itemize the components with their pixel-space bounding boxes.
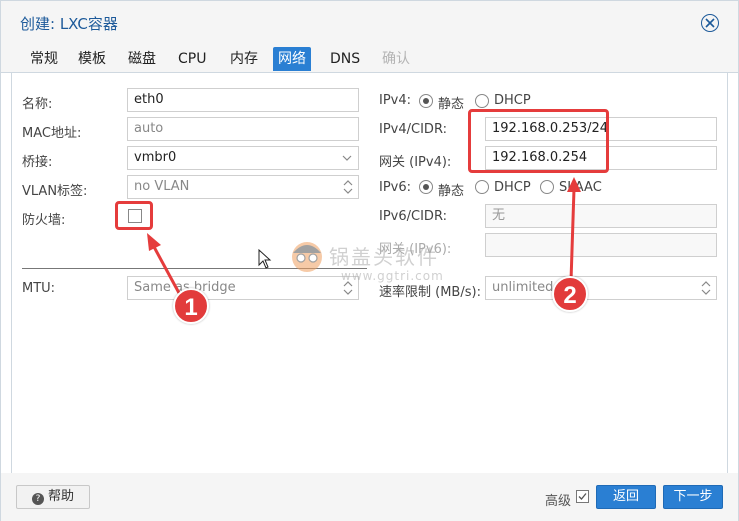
help-button[interactable]: ? 帮助 [16, 485, 90, 509]
arrow-1-icon [147, 233, 181, 294]
advanced-checkbox[interactable] [576, 490, 589, 503]
back-button[interactable]: 返回 [596, 485, 656, 509]
next-button[interactable]: 下一步 [663, 485, 723, 509]
footer: ? 帮助 高级 返回 下一步 [1, 473, 738, 521]
create-lxc-dialog: 创建: LXC容器 常规 模板 磁盘 CPU 内存 网络 DNS 确认 名称: … [0, 0, 739, 521]
annotation-badge-2: 2 [552, 276, 588, 312]
help-icon: ? [31, 493, 44, 505]
annotation-arrows [147, 177, 581, 294]
arrow-2-icon [567, 177, 581, 282]
annotation-badge-1: 1 [173, 288, 209, 324]
advanced-label: 高级 [545, 494, 572, 509]
help-label: 帮助 [47, 489, 74, 504]
